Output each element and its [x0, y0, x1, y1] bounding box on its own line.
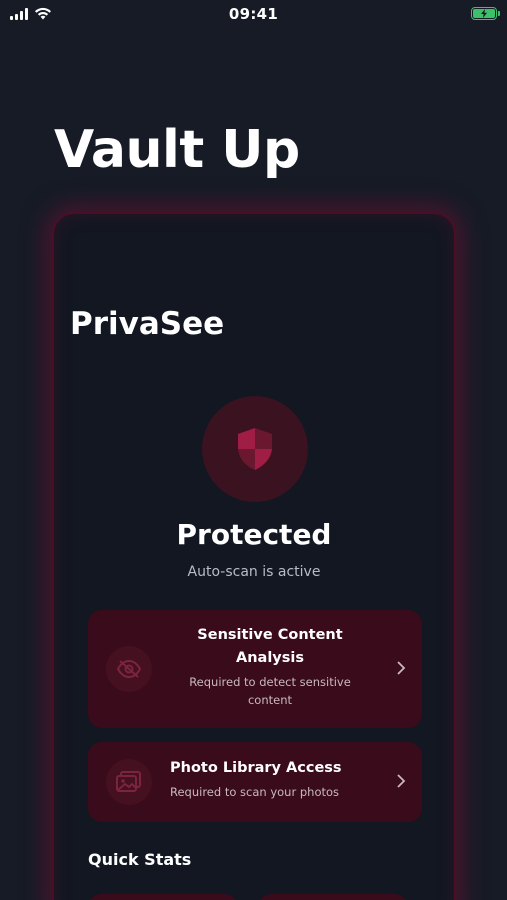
permission-text: Sensitive Content Analysis Required to d… [166, 624, 374, 709]
app-screen: 09:41 Vault Up PrivaSee Protected Auto-s… [0, 0, 507, 900]
status-bar: 09:41 [0, 0, 507, 32]
battery-icon [471, 7, 500, 20]
permission-description: Required to detect sensitive content [189, 675, 351, 707]
quick-stat-tile[interactable] [258, 894, 408, 900]
card-title: PrivaSee [70, 306, 225, 342]
status-time: 09:41 [228, 5, 279, 23]
permission-text: Photo Library Access Required to scan yo… [170, 757, 378, 801]
quick-stats-title: Quick Stats [88, 850, 192, 869]
permission-title: Photo Library Access [170, 760, 342, 776]
permission-icon-badge [106, 759, 152, 805]
app-title: Vault Up [54, 120, 300, 180]
chevron-right-icon [397, 774, 406, 788]
eye-slash-icon [116, 659, 142, 679]
permission-title: Sensitive Content Analysis [197, 627, 343, 666]
protection-status-subtitle: Auto-scan is active [187, 564, 321, 580]
permission-icon-badge [106, 646, 152, 692]
chevron-right-icon [397, 661, 406, 675]
photos-icon [116, 771, 141, 792]
shield-icon [238, 428, 272, 470]
privasee-card: PrivaSee Protected Auto-scan is active S… [52, 212, 456, 900]
photo-library-permission-row[interactable]: Photo Library Access Required to scan yo… [88, 742, 422, 822]
permission-description: Required to scan your photos [170, 785, 340, 799]
shield-badge [202, 396, 308, 502]
charging-bolt-icon [481, 9, 487, 18]
protection-status-title: Protected [176, 518, 332, 551]
quick-stat-tile[interactable] [88, 894, 238, 900]
sensitive-content-permission-row[interactable]: Sensitive Content Analysis Required to d… [88, 610, 422, 728]
